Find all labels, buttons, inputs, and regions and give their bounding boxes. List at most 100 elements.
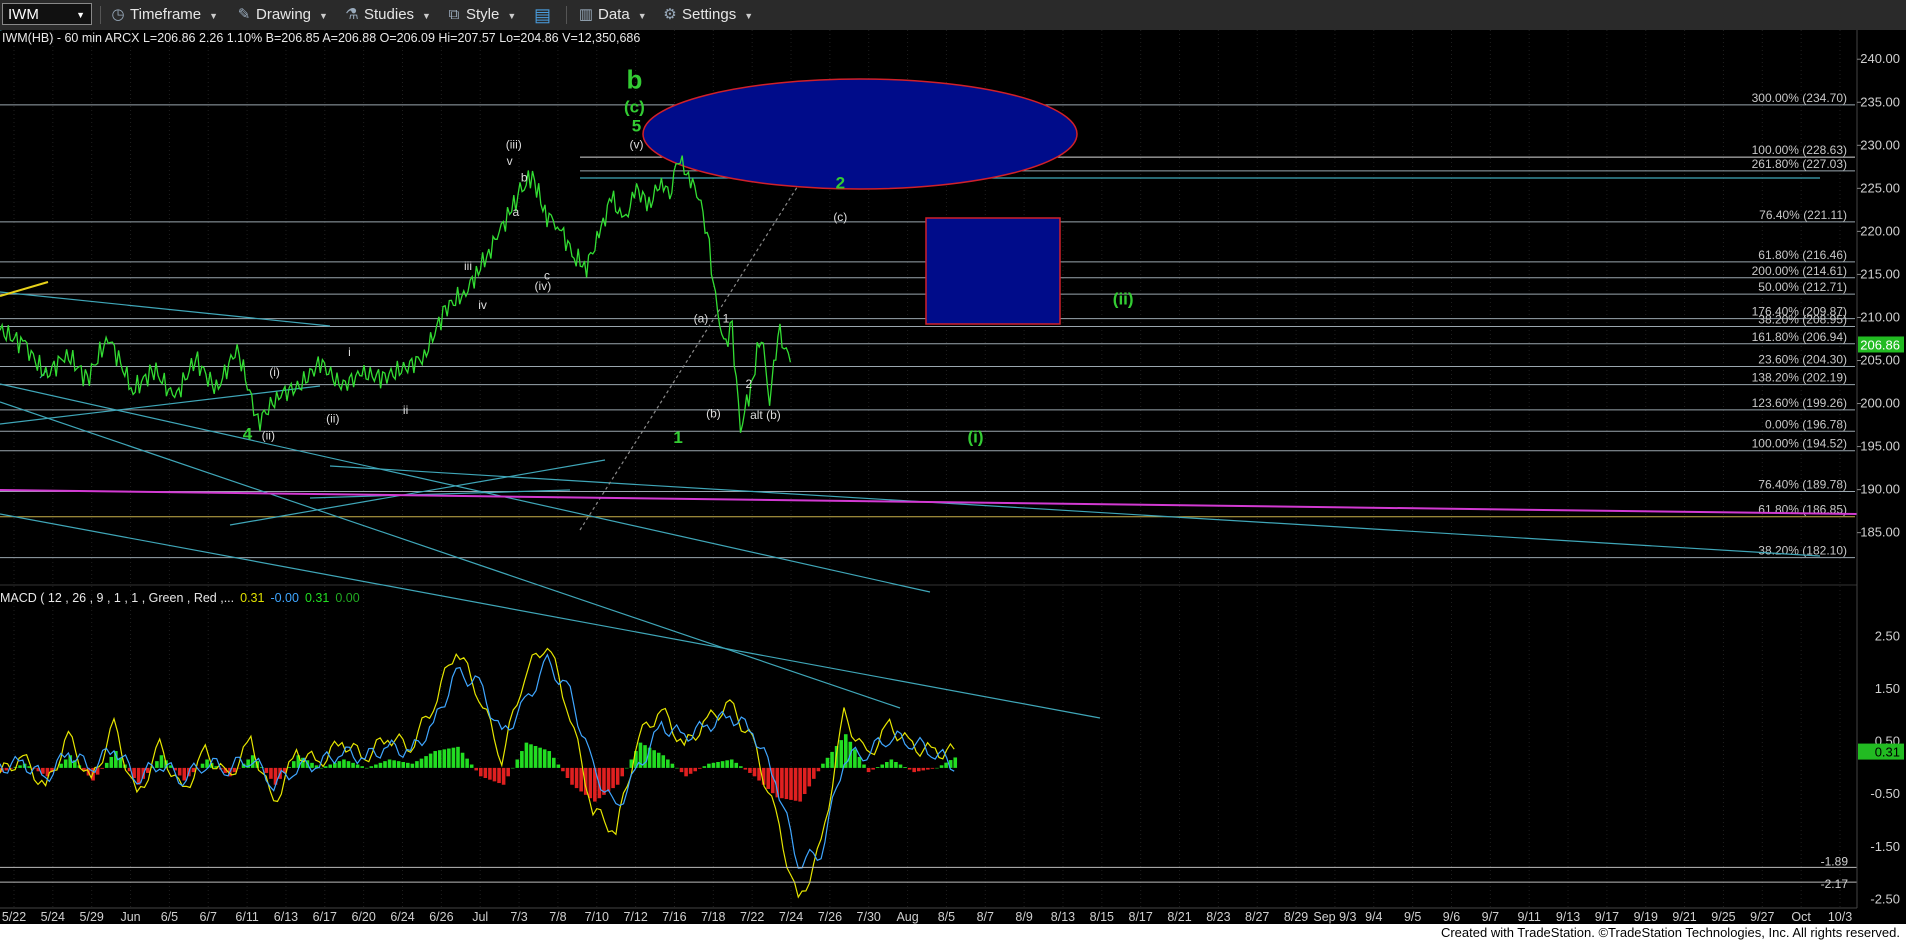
time-tick-label: 5/29	[80, 910, 104, 924]
settings-menu[interactable]: ⚙ Settings ▼	[662, 4, 753, 26]
time-tick-label: 10/3	[1828, 910, 1852, 924]
macd-histogram-bar	[346, 761, 351, 768]
time-tick-label: 9/25	[1711, 910, 1735, 924]
macd-histogram-bar	[396, 761, 401, 768]
price-tick-label: 190.00	[1860, 482, 1900, 497]
macd-histogram-bar	[337, 761, 342, 768]
macd-histogram-bar	[18, 765, 22, 768]
macd-histogram-bar	[497, 767, 501, 784]
time-tick-label: 6/20	[351, 910, 375, 924]
time-tick-label: 7/30	[857, 910, 881, 924]
macd-params: MACD ( 12 , 26 , 9 , 1 , 1 , Green , Red…	[0, 591, 234, 605]
wave-label: (c)	[624, 98, 645, 117]
macd-histogram-bar	[793, 767, 798, 801]
layout-button[interactable]: ▤	[534, 4, 560, 26]
macd-histogram-bar	[743, 767, 748, 770]
time-tick-label: 6/26	[429, 910, 453, 924]
wave-label: (ii)	[262, 429, 275, 443]
fib-label: 161.80% (206.94)	[1752, 330, 1847, 344]
macd-histogram-bar	[880, 764, 885, 768]
chevron-down-icon: ▼	[744, 11, 754, 21]
time-tick-label: 9/4	[1365, 910, 1382, 924]
macd-histogram-bar	[916, 767, 921, 772]
macd-histogram-bar	[383, 761, 387, 768]
macd-histogram-bar	[342, 759, 346, 768]
time-tick-label: 7/3	[510, 910, 527, 924]
price-tick-label: 210.00	[1860, 309, 1900, 324]
time-tick-label: Aug	[896, 910, 918, 924]
macd-histogram-bar	[894, 762, 898, 768]
macd-histogram-bar	[177, 767, 182, 776]
wave-label: b	[521, 170, 528, 184]
macd-histogram-bar	[670, 763, 675, 768]
fib-label: 300.00% (234.70)	[1752, 91, 1847, 105]
fib-label: 61.80% (216.46)	[1758, 248, 1847, 262]
wave-label: alt (b)	[750, 408, 781, 422]
macd-histogram-bar	[360, 766, 364, 768]
macd-histogram-bar	[355, 764, 360, 768]
macd-histogram-bar	[930, 767, 935, 769]
time-tick-label: 7/18	[701, 910, 725, 924]
macd-last-label: 0.31	[1875, 745, 1900, 760]
target-box	[925, 217, 1061, 325]
layout-icon: ▤	[534, 5, 552, 25]
wave-label: ii	[403, 403, 408, 417]
chevron-down-icon: ▼	[422, 11, 431, 21]
price-chart[interactable]: 300.00% (234.70)100.00% (228.63)261.80% …	[0, 30, 1906, 924]
macd-histogram-bar	[866, 767, 871, 773]
time-tick-label: Jul	[472, 910, 488, 924]
macd-histogram-bar	[374, 764, 378, 768]
wave-label: (ii)	[1113, 290, 1134, 309]
time-tick-label: 6/17	[313, 910, 337, 924]
toolbar: IWM ▼ ◷ Timeframe ▼ ✎ Drawing ▼ ⚗ Studies ▼ ⧉ St…	[0, 0, 1906, 31]
symbol-selector[interactable]: IWM ▼	[2, 3, 92, 25]
wave-label: iv	[478, 298, 487, 312]
macd-histogram-bar	[136, 767, 141, 785]
studies-label: Studies	[364, 6, 415, 23]
macd-histogram-bar	[688, 767, 693, 774]
macd-histogram-bar	[725, 760, 729, 768]
time-tick-label: 9/7	[1482, 910, 1499, 924]
macd-histogram-bar	[697, 767, 702, 769]
time-tick-label: 9/27	[1750, 910, 1774, 924]
macd-histogram-bar	[652, 750, 656, 768]
macd-histogram-bar	[889, 759, 894, 768]
pencil-icon: ✎	[237, 6, 251, 23]
macd-histogram-bar	[802, 767, 807, 794]
macd-histogram-bar	[606, 767, 611, 792]
macd-histogram-bar	[857, 756, 862, 768]
macd-histogram-bar	[611, 767, 615, 789]
style-menu[interactable]: ⧉ Style ▼	[446, 4, 517, 26]
time-tick-label: 9/21	[1672, 910, 1696, 924]
macd-value-1: 0.31	[240, 591, 264, 605]
macd-value-4: 0.00	[335, 591, 359, 605]
macd-histogram-bar	[739, 766, 743, 768]
macd-histogram-bar	[415, 761, 419, 768]
macd-histogram-bar	[798, 767, 802, 802]
macd-tick-label: -0.50	[1870, 786, 1900, 801]
data-menu[interactable]: ▥ Data ▼	[578, 4, 647, 26]
chevron-down-icon: ▼	[507, 11, 517, 21]
time-tick-label: 6/24	[390, 910, 414, 924]
macd-histogram-bar	[898, 764, 903, 768]
macd-histogram-bar	[684, 767, 688, 777]
flask-icon: ⚗	[345, 6, 359, 23]
timeframe-menu[interactable]: ◷ Timeframe ▼	[110, 4, 218, 26]
macd-histogram-bar	[369, 766, 374, 768]
drawing-menu[interactable]: ✎ Drawing ▼	[236, 4, 328, 26]
studies-menu[interactable]: ⚗ Studies ▼	[344, 4, 431, 26]
macd-histogram-bar	[939, 765, 944, 768]
macd-histogram-bar	[907, 767, 912, 770]
macd-level-label: -2.17	[1821, 877, 1849, 891]
wave-label: (i)	[967, 427, 983, 446]
fib-label: 76.40% (221.11)	[1759, 208, 1847, 222]
macd-histogram-bar	[816, 767, 821, 772]
time-tick-label: 7/8	[549, 910, 566, 924]
toolbar-divider	[566, 6, 567, 24]
macd-histogram-bar	[812, 767, 816, 779]
time-tick-label: 7/26	[818, 910, 842, 924]
price-tick-label: 240.00	[1860, 51, 1900, 66]
macd-histogram-bar	[679, 767, 684, 773]
macd-histogram-bar	[780, 767, 784, 799]
footer: Created with TradeStation. ©TradeStation…	[0, 924, 1906, 942]
